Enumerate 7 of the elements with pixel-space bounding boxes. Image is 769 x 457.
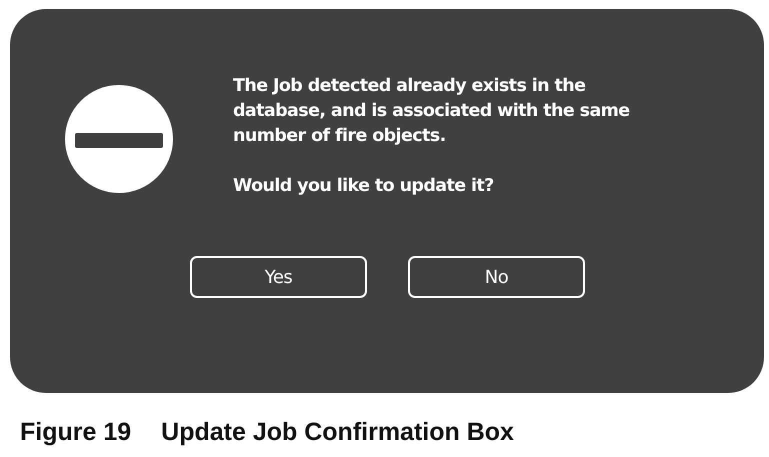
dialog-button[interactable]: No (408, 256, 585, 298)
dialog-button[interactable]: Yes (190, 256, 367, 298)
dialog-message: The Job detected already exists in the database, and is associated with the same number of fire objects. (233, 75, 631, 148)
figure-title: Update Job Confirmation Box (161, 418, 514, 447)
dialog-question: Would you like to update it? (233, 175, 495, 198)
stop-icon (64, 84, 174, 194)
figure-number: Figure 19 (20, 418, 132, 447)
